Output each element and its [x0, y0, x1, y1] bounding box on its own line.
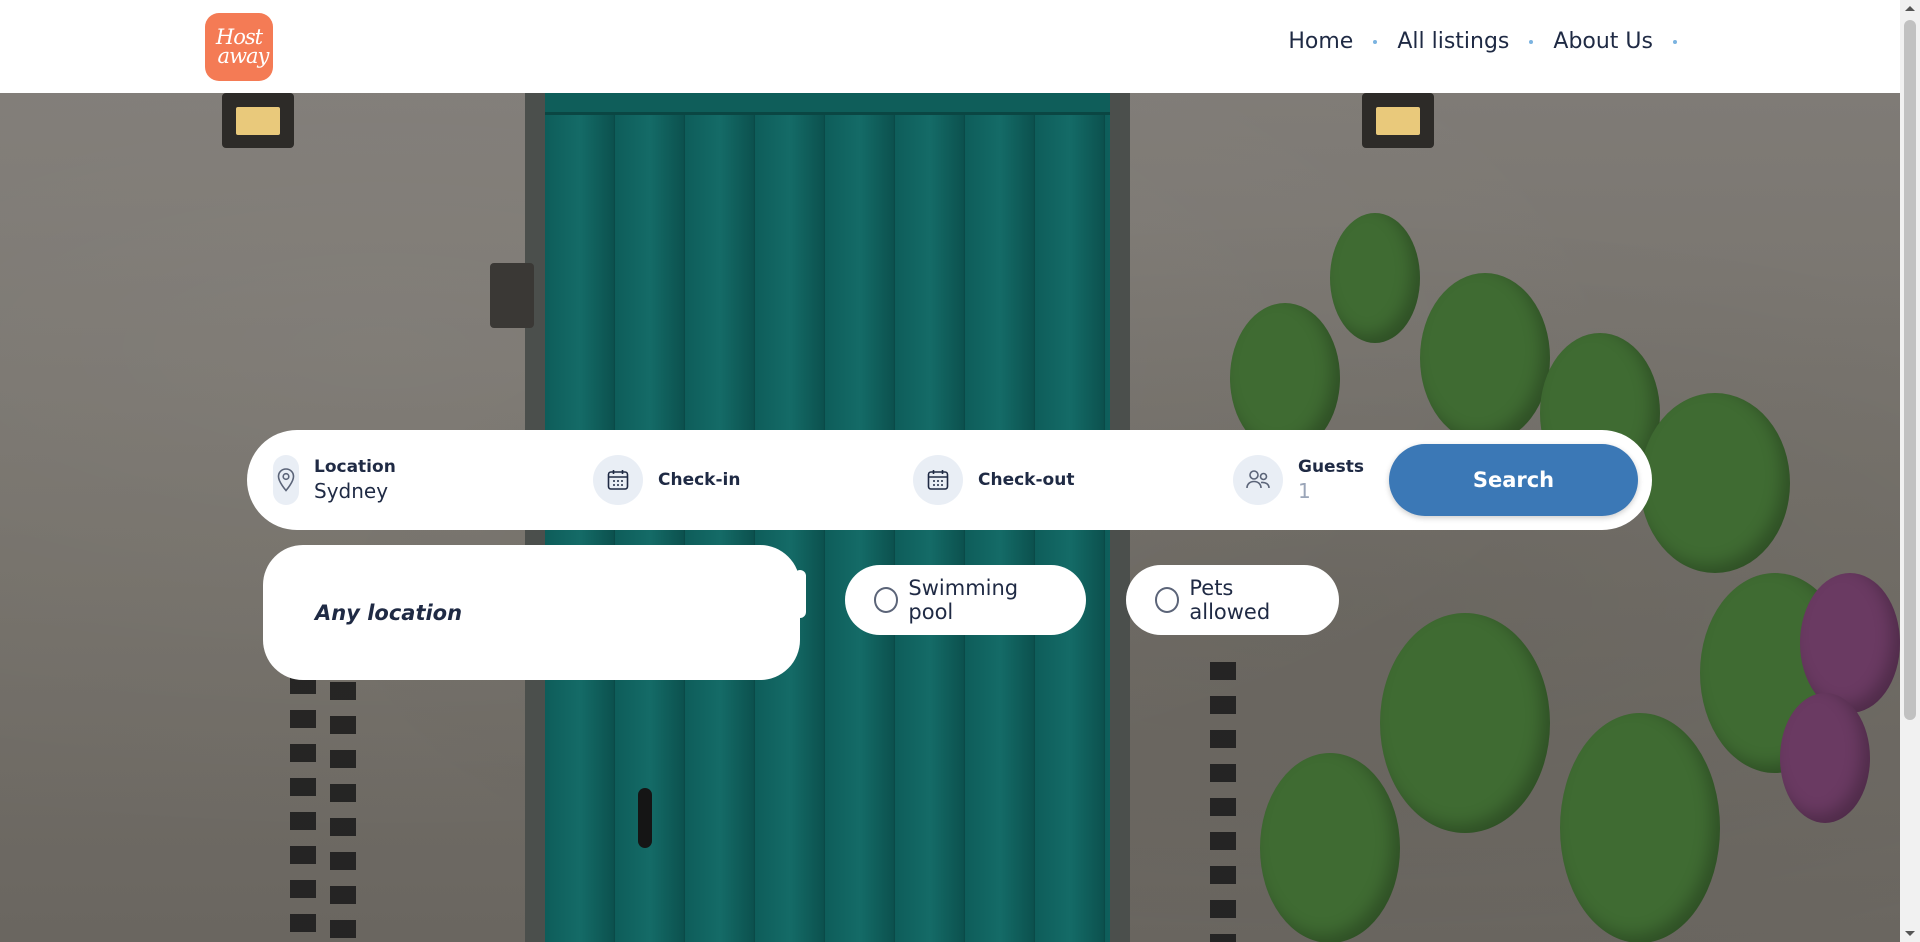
- guests-value[interactable]: 1: [1298, 479, 1364, 503]
- guests-label: Guests: [1298, 457, 1364, 477]
- nav-all-listings[interactable]: All listings: [1397, 29, 1509, 54]
- nav-separator: [1373, 39, 1378, 44]
- railing-left: [330, 682, 356, 942]
- wall-lamp-right: [1362, 93, 1434, 148]
- checkin-label: Check-in: [658, 470, 741, 490]
- location-pin-icon: [273, 455, 299, 505]
- purple-cactus-pad: [1780, 693, 1870, 823]
- scrollbar-thumb[interactable]: [1904, 20, 1916, 720]
- guests-text: Guests 1: [1298, 457, 1364, 503]
- cactus-pad: [1560, 713, 1720, 942]
- cactus-pad: [1330, 213, 1420, 343]
- cactus-pad: [1640, 393, 1790, 573]
- location-label: Location: [314, 457, 396, 477]
- checkin-field[interactable]: Check-in: [593, 430, 740, 530]
- nav-separator: [1673, 39, 1677, 44]
- filter-label: Pets allowed: [1189, 576, 1271, 624]
- site-header: Host away Home All listings About Us: [0, 0, 1900, 93]
- cactus-pad: [1260, 753, 1400, 942]
- checkout-field[interactable]: Check-out: [913, 430, 1074, 530]
- hostaway-logo[interactable]: Host away: [205, 13, 273, 81]
- scroll-up-arrow-icon[interactable]: [1900, 0, 1920, 17]
- page-scrollbar[interactable]: [1900, 0, 1920, 942]
- calendar-icon: [913, 455, 963, 505]
- search-bar: Location Sydney Check-in Check-out Guest…: [247, 430, 1652, 530]
- radio-icon[interactable]: [874, 587, 899, 613]
- filter-label: Swimming pool: [908, 576, 1019, 624]
- purple-cactus-pad: [1800, 573, 1900, 713]
- location-value[interactable]: Sydney: [314, 479, 396, 503]
- dropdown-option-any-location[interactable]: Any location: [315, 601, 462, 625]
- location-field[interactable]: Location Sydney: [273, 430, 396, 530]
- wall-lamp-left: [222, 93, 294, 148]
- railing-right: [1210, 662, 1236, 942]
- filter-swimming-pool[interactable]: Swimming pool: [845, 565, 1086, 635]
- checkout-label: Check-out: [978, 470, 1075, 490]
- logo-text-line2: away: [217, 44, 270, 68]
- dropdown-scroll-edge: [794, 570, 806, 618]
- scroll-down-arrow-icon[interactable]: [1900, 925, 1920, 942]
- nav-home[interactable]: Home: [1288, 29, 1353, 54]
- guests-field[interactable]: Guests 1: [1233, 430, 1364, 530]
- location-text: Location Sydney: [314, 457, 396, 503]
- filter-pets-allowed[interactable]: Pets allowed: [1126, 565, 1339, 635]
- search-button[interactable]: Search: [1389, 444, 1638, 516]
- nav-about-us[interactable]: About Us: [1553, 29, 1653, 54]
- radio-icon[interactable]: [1155, 587, 1180, 613]
- main-nav: Home All listings About Us: [1288, 29, 1677, 54]
- door-handle: [638, 788, 652, 848]
- cactus-pad: [1380, 613, 1550, 833]
- nav-separator: [1529, 39, 1534, 44]
- calendar-icon: [593, 455, 643, 505]
- intercom: [490, 263, 534, 328]
- railing-left: [290, 642, 316, 942]
- users-icon: [1233, 455, 1283, 505]
- location-dropdown: Any location: [263, 545, 806, 680]
- door-top-trim: [545, 93, 1110, 115]
- cactus-pad: [1420, 273, 1550, 443]
